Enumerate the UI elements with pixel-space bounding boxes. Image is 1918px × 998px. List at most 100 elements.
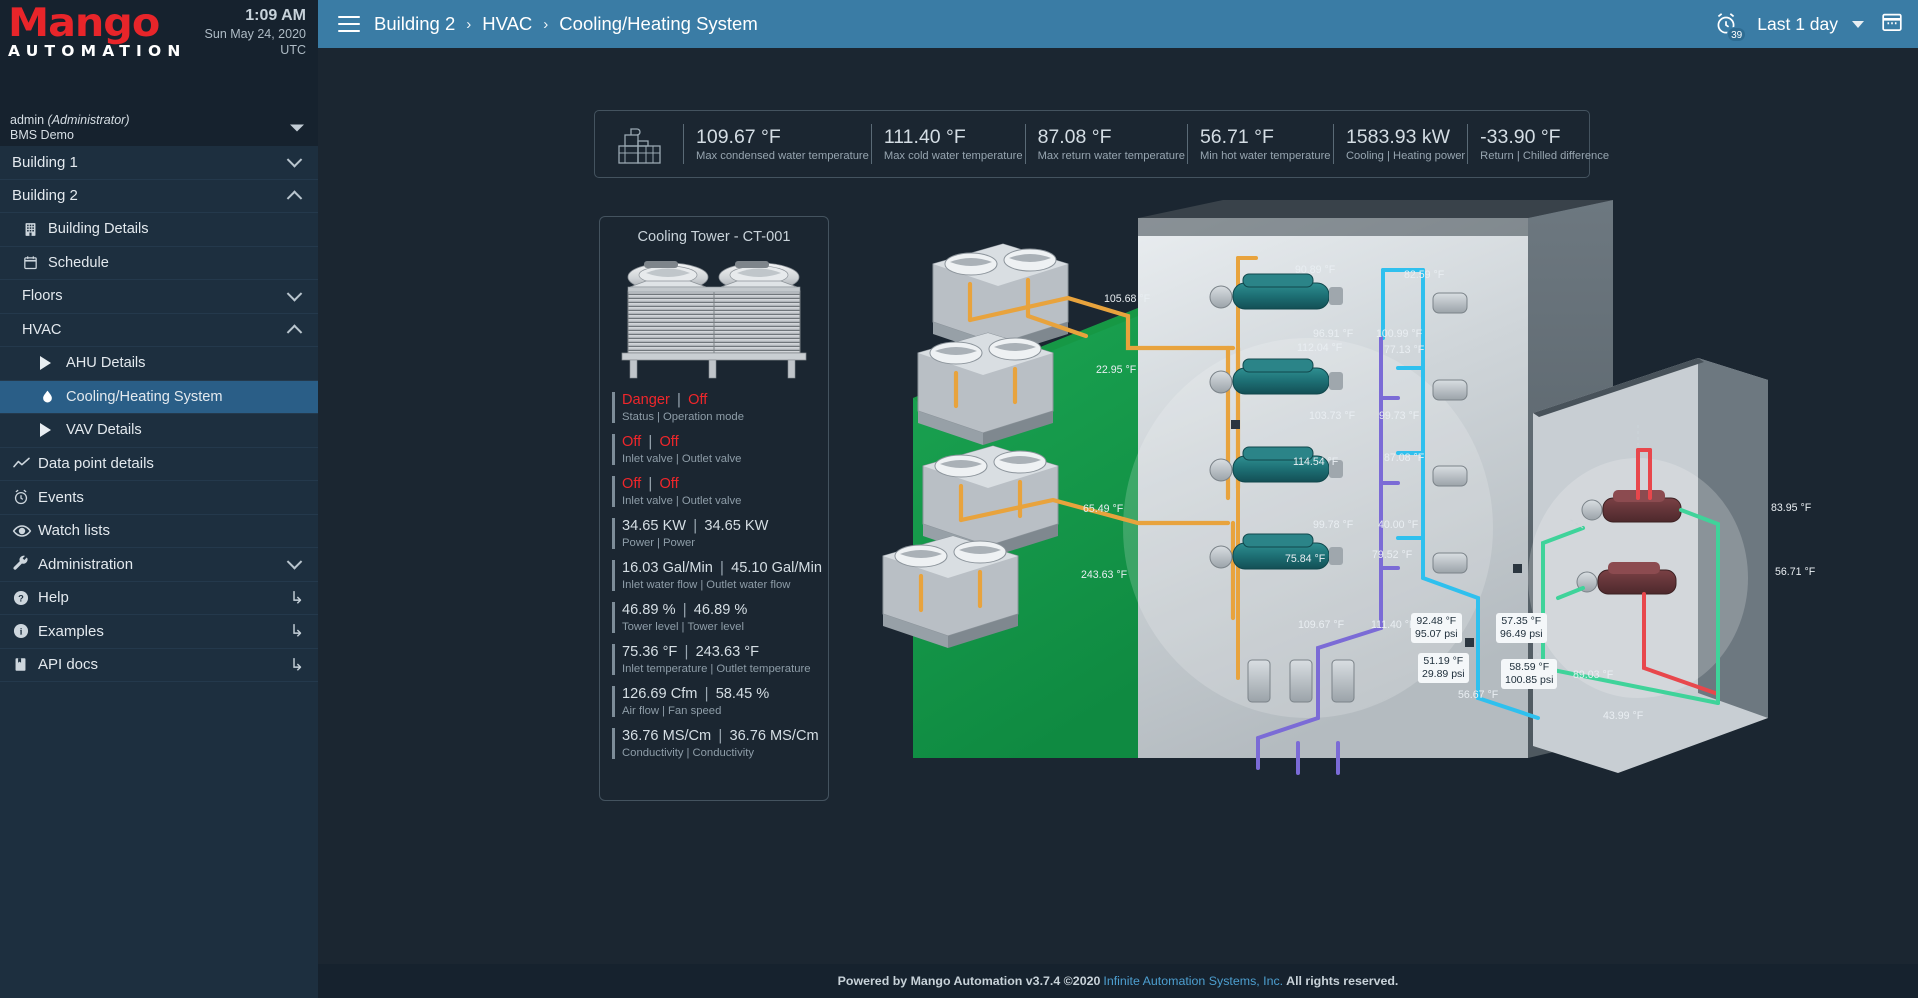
readout-values: Danger ❘ Off	[622, 391, 816, 410]
sidebar-item-label: Floors	[22, 288, 63, 305]
diagram-temperature-label: 65.49 °F	[1083, 503, 1124, 515]
readout-value-2: 46.89 %	[693, 602, 748, 618]
clock-date: Sun May 24, 2020	[204, 27, 306, 41]
readout-label-2: Power	[662, 537, 695, 549]
hvac-system-diagram[interactable]: 105.68 °F 22.95 °F 65.49 °F 243.63 °F 90.89 …	[838, 198, 1918, 818]
diagram-temperature-label: 96.91 °F	[1313, 328, 1354, 340]
readout-values: Off ❘ Off	[622, 433, 816, 452]
sidebar-item-floors[interactable]: Floors	[0, 280, 318, 314]
sidebar-item-cooling-heating-system[interactable]: Cooling/Heating System	[0, 380, 318, 414]
sidebar-item-label: Watch lists	[38, 522, 110, 540]
readout-label-1: Conductivity	[622, 747, 684, 759]
sidebar-header: Mango AUTOMATION 1:09 AM Sun May 24, 202…	[0, 0, 318, 110]
chevron-down-icon[interactable]	[1852, 20, 1864, 28]
readout-value-1: Off	[622, 434, 642, 450]
diagram-temperature-label: 82.59 °F	[1404, 269, 1445, 281]
label-separator-icon: |	[710, 663, 714, 675]
readout-value-1: 36.76 MS/Cm	[622, 728, 712, 744]
footer-company-link[interactable]: Infinite Automation Systems, Inc.	[1103, 974, 1283, 988]
breadcrumb-item[interactable]: HVAC	[482, 13, 532, 35]
footer-suffix: All rights reserved.	[1286, 974, 1399, 988]
summary-stat-value: 87.08 °F	[1037, 126, 1112, 148]
chiller-plant-icon	[611, 118, 673, 170]
diagram-temperature-label: 56.71 °F	[1775, 566, 1816, 578]
readout-label-2: Fan speed	[667, 705, 722, 717]
diagram-temperature-label: 43.99 °F	[1603, 710, 1644, 722]
sidebar-item-watch-lists[interactable]: Watch lists	[0, 515, 318, 548]
readout-labels: Power | Power	[622, 536, 816, 551]
readout-value-2: 34.65 KW	[704, 518, 769, 534]
sidebar-item-data-point-details[interactable]: Data point details	[0, 448, 318, 481]
alarms-button[interactable]: 39	[1711, 9, 1747, 42]
water-drop-icon	[40, 388, 66, 405]
cooling-tower-unit-2	[917, 332, 1054, 445]
top-app-bar: Building 2 › HVAC › Cooling/Heating System 3…	[318, 0, 1918, 48]
diagram-temperature-label: 243.63 °F	[1081, 569, 1128, 581]
breadcrumb-separator-icon: ›	[466, 15, 472, 33]
clock: 1:09 AM Sun May 24, 2020 UTC	[205, 6, 306, 58]
sidebar-item-building-1[interactable]: Building 1	[0, 146, 318, 180]
chiller-illustration	[618, 128, 661, 164]
sidebar-item-hvac[interactable]: HVAC	[0, 314, 318, 347]
readout-row: 46.89 % ❘ 46.89 % Tower level | Tower level	[612, 601, 816, 635]
readout-label-2: Outlet valve	[681, 453, 742, 465]
sidebar-item-label: Events	[38, 488, 84, 506]
menu-hamburger-icon[interactable]	[338, 16, 360, 32]
chevron-down-icon[interactable]	[290, 124, 304, 132]
sidebar-item-label: Administration	[38, 555, 134, 573]
readout-values: 34.65 KW ❘ 34.65 KW	[622, 517, 816, 536]
value-separator-icon: ❘	[644, 434, 657, 450]
user-menu[interactable]: admin (Administrator) BMS Demo	[0, 110, 318, 146]
diagram-temperature-label: 40.00 °F	[1378, 519, 1419, 531]
sidebar-item-vav-details[interactable]: VAV Details	[0, 414, 318, 448]
readout-value-2: 58.45 %	[715, 686, 770, 702]
diagram-temperature-label: 89.03 °F	[1573, 669, 1614, 681]
readout-labels: Inlet water flow | Outlet water flow	[622, 578, 816, 593]
logo-mango-text: Mango	[8, 1, 160, 46]
label-separator-icon: |	[662, 705, 665, 717]
sidebar-item-administration[interactable]: Administration	[0, 548, 318, 582]
label-separator-icon: |	[657, 537, 660, 549]
alarm-clock-icon	[12, 488, 38, 506]
diagram-temperature-label: 114.54 °F	[1293, 456, 1339, 468]
summary-stat-value: -33.90 °F	[1480, 126, 1561, 148]
calendar-button[interactable]	[1880, 10, 1904, 39]
diagram-temperature-label: 56.67 °F	[1458, 689, 1499, 701]
user-role: (Administrator)	[47, 113, 130, 127]
readout-row: 16.03 Gal/Min ❘ 45.10 Gal/Min Inlet water f…	[612, 559, 822, 593]
summary-stat-label: Max condensed water temperature	[696, 150, 869, 162]
summary-stat-label: Max return water temperature	[1037, 150, 1185, 162]
readout-value-2: 243.63 °F	[695, 644, 760, 660]
label-separator-icon: |	[675, 453, 679, 465]
sidebar-item-events[interactable]: Events	[0, 481, 318, 515]
wrench-icon	[12, 555, 38, 573]
sidebar-item-api-docs[interactable]: API docs ↳	[0, 649, 318, 682]
external-link-icon[interactable]: ↳	[290, 589, 304, 606]
sidebar-item-help[interactable]: ? Help ↳	[0, 582, 318, 615]
hvac-diagram-svg	[882, 200, 1768, 775]
sidebar-item-label: API docs	[38, 656, 99, 674]
sidebar-item-building-2[interactable]: Building 2	[0, 180, 318, 213]
readout-label-2: Tower level	[687, 621, 744, 633]
top-bar-actions: 39 Last 1 day	[1711, 9, 1904, 42]
sidebar-item-examples[interactable]: i Examples ↳	[0, 615, 318, 649]
diagram-temperature-label: 111.40 °F	[1371, 619, 1416, 631]
diagram-temperature-label: 75.84 °F	[1285, 553, 1326, 565]
breadcrumb-item[interactable]: Cooling/Heating System	[559, 13, 757, 35]
time-range-selector[interactable]: Last 1 day	[1757, 14, 1864, 35]
diagram-temperature-label: 99.78 °F	[1313, 519, 1354, 531]
breadcrumb-item[interactable]: Building 2	[374, 13, 455, 35]
cooling-tower-card: Cooling Tower - CT-001 Danger ❘ Off Stat…	[599, 216, 829, 801]
sidebar-item-schedule[interactable]: Schedule	[0, 247, 318, 280]
sidebar-item-ahu-details[interactable]: AHU Details	[0, 347, 318, 381]
sidebar-item-building-details[interactable]: Building Details	[0, 213, 318, 247]
external-link-icon[interactable]: ↳	[290, 623, 304, 640]
sidebar-item-label: Schedule	[48, 254, 109, 271]
readout-value-2: 36.76 MS/Cm	[729, 728, 819, 744]
chip-line-2: 100.85 psi	[1505, 674, 1554, 686]
cooling-tower-readouts: Danger ❘ Off Status | Operation mode Off ❘ Off In…	[600, 391, 828, 761]
summary-stat: 87.08 °F Max return water temperature	[1024, 121, 1185, 167]
readout-value-1: 126.69 Cfm	[622, 686, 698, 702]
external-link-icon[interactable]: ↳	[290, 656, 304, 673]
summary-stat: 109.67 °F Max condensed water temperature	[683, 121, 869, 167]
